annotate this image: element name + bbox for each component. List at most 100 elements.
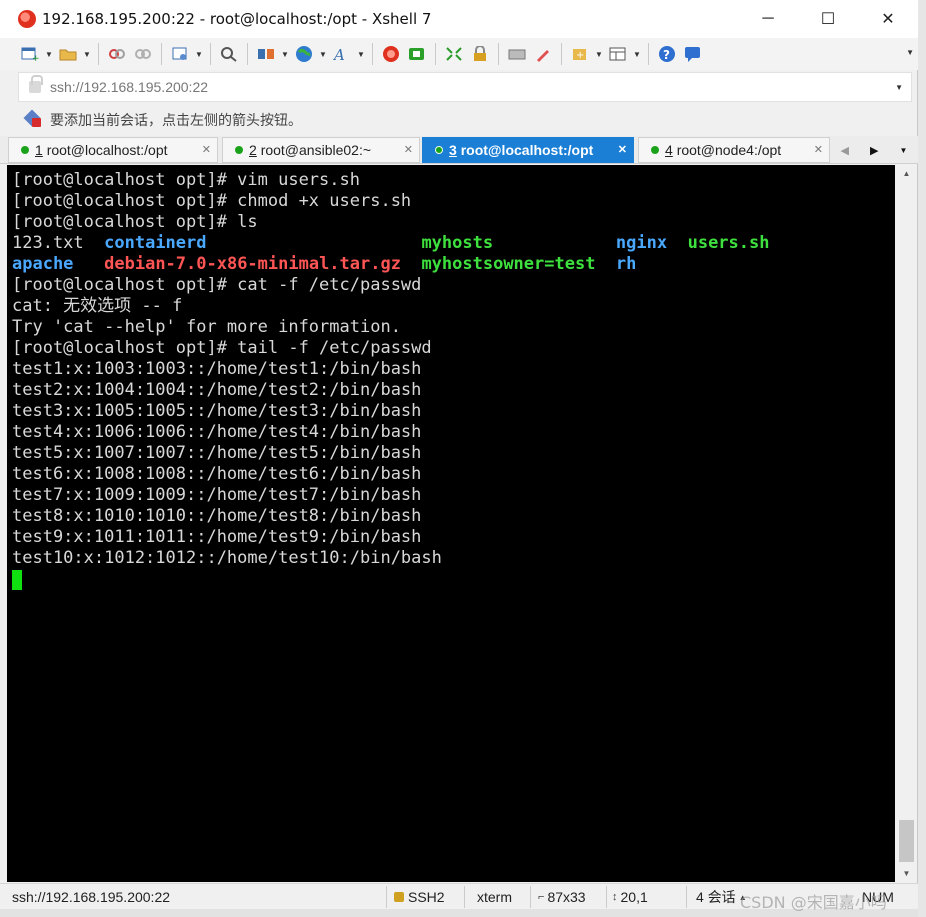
chevron-down-icon[interactable]: ▼ <box>194 42 204 66</box>
open-folder-icon[interactable] <box>56 42 80 66</box>
chevron-down-icon[interactable]: ▼ <box>906 48 914 57</box>
tab-session-4[interactable]: 4 root@node4:/opt ✕ <box>638 137 830 163</box>
ls-file: 123.txt <box>12 233 84 253</box>
tab-label: root@node4:/opt <box>676 142 782 158</box>
svg-text:+: + <box>32 54 39 62</box>
chevron-down-icon[interactable]: ▼ <box>318 42 328 66</box>
resize-icon: ⌐ <box>538 891 545 903</box>
session-hint-text: 要添加当前会话，点击左侧的箭头按钮。 <box>50 113 302 129</box>
tab-session-2[interactable]: 2 root@ansible02:~ ✕ <box>222 137 420 163</box>
close-button[interactable]: ✕ <box>858 0 918 38</box>
tab-prev-icon[interactable]: ◀ <box>841 144 849 157</box>
fullscreen-icon[interactable] <box>442 42 466 66</box>
close-icon[interactable]: ✕ <box>814 143 823 156</box>
tab-session-3[interactable]: 3 root@localhost:/opt ✕ <box>422 137 634 163</box>
lock-icon <box>29 75 43 93</box>
terminal-line: test1:x:1003:1003::/home/test1:/bin/bash <box>12 359 422 379</box>
terminal-line: test3:x:1005:1005::/home/test3:/bin/bash <box>12 401 422 421</box>
maximize-button[interactable]: ☐ <box>798 0 858 38</box>
close-icon[interactable]: ✕ <box>618 143 627 156</box>
size-label: 87x33 <box>547 889 586 905</box>
new-session-icon[interactable]: + <box>18 42 42 66</box>
add-session-arrow-icon[interactable] <box>23 109 42 128</box>
transfer-icon[interactable] <box>254 42 278 66</box>
terminal-line: test6:x:1008:1008::/home/test6:/bin/bash <box>12 464 422 484</box>
find-icon[interactable] <box>217 42 241 66</box>
chevron-down-icon[interactable]: ▼ <box>594 42 604 66</box>
cursor-pos-label: 20,1 <box>620 889 648 905</box>
status-cursor-pos: ↕ 20,1 <box>612 888 648 906</box>
ls-executable: users.sh <box>687 233 770 253</box>
terminal-line: [root@localhost opt]# cat -f /etc/passwd <box>12 275 422 295</box>
tab-number: 4 <box>665 142 673 158</box>
layout-icon[interactable] <box>606 42 630 66</box>
lock-icon <box>394 892 404 902</box>
status-dot-icon <box>21 146 29 154</box>
font-icon[interactable]: A <box>330 42 354 66</box>
title-bar[interactable]: 192.168.195.200:22 - root@localhost:/opt… <box>0 0 918 38</box>
chevron-down-icon[interactable]: ▼ <box>44 42 54 66</box>
terminal-line: cat: 无效选项 -- f <box>12 296 183 316</box>
scroll-down-icon[interactable]: ▼ <box>897 865 916 882</box>
keyboard-icon[interactable] <box>505 42 529 66</box>
ls-directory: rh <box>615 254 637 274</box>
chevron-down-icon[interactable]: ▼ <box>82 42 92 66</box>
xshell-window: 192.168.195.200:22 - root@localhost:/opt… <box>0 0 918 917</box>
chevron-down-icon[interactable]: ▼ <box>356 42 366 66</box>
terminal-line: test10:x:1012:1012::/home/test10:/bin/ba… <box>12 548 442 568</box>
chevron-down-icon[interactable]: ▼ <box>280 42 290 66</box>
terminal-line: [root@localhost opt]# chmod +x users.sh <box>12 191 412 211</box>
terminal-scrollbar[interactable]: ▲ ▼ <box>897 165 916 882</box>
help-icon[interactable]: ? <box>655 42 679 66</box>
terminal-output[interactable]: [root@localhost opt]# vim users.sh [root… <box>7 165 895 882</box>
status-terminal-type: xterm <box>477 889 512 905</box>
address-input[interactable]: ssh://192.168.195.200:22 <box>50 79 208 95</box>
close-icon[interactable]: ✕ <box>404 143 413 156</box>
watermark-text: CSDN @宋国嘉小吗 <box>740 893 887 912</box>
reconnect-icon[interactable] <box>131 42 155 66</box>
close-icon[interactable]: ✕ <box>202 143 211 156</box>
ls-archive: debian-7.0-x86-minimal.tar.gz <box>104 254 401 274</box>
scroll-up-icon[interactable]: ▲ <box>897 165 916 182</box>
address-bar[interactable]: ssh://192.168.195.200:22 ▼ <box>18 72 912 102</box>
minimize-button[interactable]: ─ <box>738 0 798 38</box>
status-dot-icon <box>235 146 243 154</box>
add-icon[interactable]: + <box>568 42 592 66</box>
properties-icon[interactable] <box>168 42 192 66</box>
terminal-line: test7:x:1009:1009::/home/test7:/bin/bash <box>12 485 422 505</box>
terminal-cursor <box>12 570 22 590</box>
chevron-down-icon[interactable]: ▼ <box>895 83 903 92</box>
tab-number: 3 <box>449 142 457 158</box>
scrollbar-thumb[interactable] <box>899 820 914 862</box>
terminal-line: test9:x:1011:1011::/home/test9:/bin/bash <box>12 527 422 547</box>
svg-text:?: ? <box>663 48 670 62</box>
tab-number: 1 <box>35 142 43 158</box>
chevron-down-icon[interactable]: ▼ <box>632 42 642 66</box>
disconnect-icon[interactable] <box>105 42 129 66</box>
terminal-line: [root@localhost opt]# tail -f /etc/passw… <box>12 338 432 358</box>
session-tabs: 1 root@localhost:/opt ✕ 2 root@ansible02… <box>0 136 918 164</box>
xftp-icon[interactable] <box>405 42 429 66</box>
ls-output-row: apache debian-7.0-x86-minimal.tar.gz myh… <box>12 254 895 275</box>
tab-next-icon[interactable]: ▶ <box>870 144 878 157</box>
svg-text:A: A <box>333 46 345 62</box>
chat-icon[interactable] <box>681 42 705 66</box>
tab-session-1[interactable]: 1 root@localhost:/opt ✕ <box>8 137 218 163</box>
highlight-icon[interactable] <box>531 42 555 66</box>
xshell-icon[interactable] <box>379 42 403 66</box>
tab-list-icon[interactable]: ▼ <box>900 146 908 155</box>
lock-icon[interactable] <box>468 42 492 66</box>
status-dot-icon <box>435 146 443 154</box>
sessions-label: 4 会话 <box>696 889 736 905</box>
tab-label: root@ansible02:~ <box>260 142 372 158</box>
ls-executable: myhosts <box>421 233 494 253</box>
terminal-line: test8:x:1010:1010::/home/test8:/bin/bash <box>12 506 422 526</box>
ls-directory: apache <box>12 254 74 274</box>
globe-icon[interactable] <box>292 42 316 66</box>
cursor-pos-icon: ↕ <box>612 891 618 903</box>
terminal-line: [root@localhost opt]# ls <box>12 212 258 232</box>
status-size: ⌐ 87x33 <box>538 888 586 906</box>
terminal-line: test4:x:1006:1006::/home/test4:/bin/bash <box>12 422 422 442</box>
terminal-cursor-line <box>12 569 895 590</box>
tab-navigation: ◀ ▶ ▼ <box>830 137 918 163</box>
